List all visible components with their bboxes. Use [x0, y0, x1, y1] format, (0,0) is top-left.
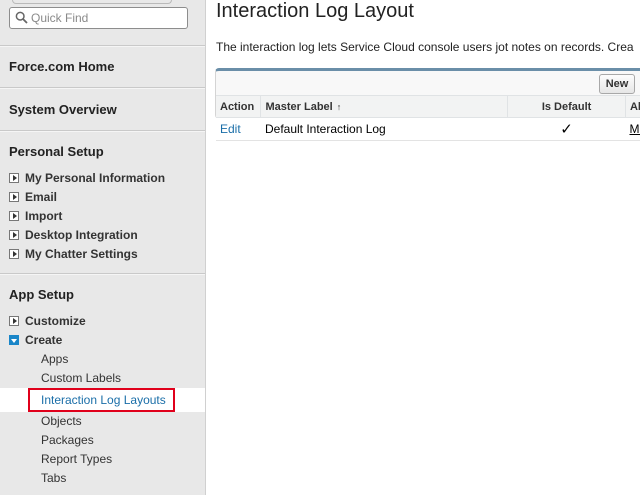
column-header-master-label[interactable]: Master Label ↑: [260, 95, 509, 118]
column-header-is-default[interactable]: Is Default: [507, 95, 626, 118]
list-panel: New Action Master Label ↑ Is Default Alia…: [215, 68, 640, 141]
collapsed-arrow-icon[interactable]: [9, 211, 19, 221]
edit-link[interactable]: Edit: [220, 122, 241, 136]
main-content: Interaction Log Layout The interaction l…: [207, 0, 640, 495]
sidebar-item-label[interactable]: Desktop Integration: [25, 228, 138, 242]
sidebar-item-create[interactable]: Create: [0, 331, 205, 350]
personal-setup-heading: Personal Setup: [9, 144, 104, 159]
column-header-label[interactable]: Master Label: [265, 101, 332, 113]
table-header-row: Action Master Label ↑ Is Default Alia: [216, 95, 640, 118]
sidebar-subitem-objects[interactable]: Objects: [0, 412, 205, 431]
system-overview-section[interactable]: System Overview: [0, 88, 205, 131]
sort-ascending-icon[interactable]: ↑: [337, 102, 342, 112]
sidebar-item-label[interactable]: My Personal Information: [25, 171, 165, 185]
sidebar-subitem-label[interactable]: Report Types: [41, 452, 112, 466]
page-title: Interaction Log Layout: [216, 0, 414, 22]
alias-link[interactable]: MD: [629, 122, 640, 136]
quick-find-box[interactable]: [9, 7, 188, 29]
sidebar-subitem-apps[interactable]: Apps: [0, 350, 205, 369]
collapsed-arrow-icon[interactable]: [9, 249, 19, 259]
quick-find-input[interactable]: [31, 10, 183, 26]
app-setup-heading: App Setup: [9, 287, 74, 302]
sidebar-item-desktop-integration[interactable]: Desktop Integration: [0, 226, 205, 245]
force-home-section[interactable]: Force.com Home: [0, 46, 205, 88]
sidebar-subitem-tabs[interactable]: Tabs: [0, 469, 205, 488]
sidebar-item-label[interactable]: Customize: [25, 314, 86, 328]
sidebar-subitem-label[interactable]: Tabs: [41, 471, 66, 485]
column-header-alias[interactable]: Alia: [625, 95, 640, 118]
sidebar-item-email[interactable]: Email: [0, 188, 205, 207]
sidebar-item-customize[interactable]: Customize: [0, 312, 205, 331]
sidebar-subitem-interaction-log-layouts[interactable]: Interaction Log Layouts: [0, 388, 205, 412]
sidebar-subitem-label[interactable]: Objects: [41, 414, 82, 428]
row-action-cell: Edit: [216, 117, 261, 141]
collapsed-arrow-icon[interactable]: [9, 192, 19, 202]
check-icon: ✓: [560, 121, 573, 138]
highlight-box: [28, 388, 175, 412]
sidebar-subitem-label[interactable]: Apps: [41, 352, 68, 366]
collapsed-arrow-icon[interactable]: [9, 316, 19, 326]
sidebar-subitem-label[interactable]: Custom Labels: [41, 371, 121, 385]
sidebar-item-my-personal-information[interactable]: My Personal Information: [0, 169, 205, 188]
force-home-link[interactable]: Force.com Home: [0, 47, 205, 87]
column-header-action: Action: [216, 95, 262, 118]
sidebar-item-label[interactable]: My Chatter Settings: [25, 247, 138, 261]
interaction-log-table: Action Master Label ↑ Is Default Alia Edi…: [216, 95, 640, 141]
sidebar-subitem-label[interactable]: Packages: [41, 433, 94, 447]
app-setup-section: App Setup Customize Create Apps Custom L…: [0, 274, 205, 495]
row-master-label: Default Interaction Log: [260, 117, 508, 141]
sidebar-item-label[interactable]: Create: [25, 333, 62, 347]
sidebar-subitem-packages[interactable]: Packages: [0, 431, 205, 450]
table-row: Edit Default Interaction Log ✓ MD: [216, 117, 640, 141]
system-overview-link[interactable]: System Overview: [0, 89, 205, 131]
collapsed-arrow-icon[interactable]: [9, 173, 19, 183]
page-description: The interaction log lets Service Cloud c…: [216, 40, 634, 54]
sidebar-item-import[interactable]: Import: [0, 207, 205, 226]
row-alias: MD: [625, 117, 640, 141]
row-is-default: ✓: [507, 117, 626, 141]
sidebar-subitem-report-types[interactable]: Report Types: [0, 450, 205, 469]
personal-setup-section: Personal Setup My Personal Information E…: [0, 131, 205, 274]
list-panel-toolbar: New: [216, 71, 640, 95]
collapse-tab[interactable]: [12, 0, 172, 4]
sidebar-item-label[interactable]: Import: [25, 209, 62, 223]
sidebar-item-label[interactable]: Email: [25, 190, 57, 204]
quick-find-area: [0, 0, 205, 46]
sidebar-subitem-custom-labels[interactable]: Custom Labels: [0, 369, 205, 388]
new-button[interactable]: New: [599, 74, 635, 94]
collapsed-arrow-icon[interactable]: [9, 230, 19, 240]
setup-sidebar: Force.com Home System Overview Personal …: [0, 0, 206, 495]
sidebar-item-my-chatter-settings[interactable]: My Chatter Settings: [0, 245, 205, 264]
expanded-arrow-icon[interactable]: [9, 335, 19, 345]
search-icon: [15, 11, 28, 24]
